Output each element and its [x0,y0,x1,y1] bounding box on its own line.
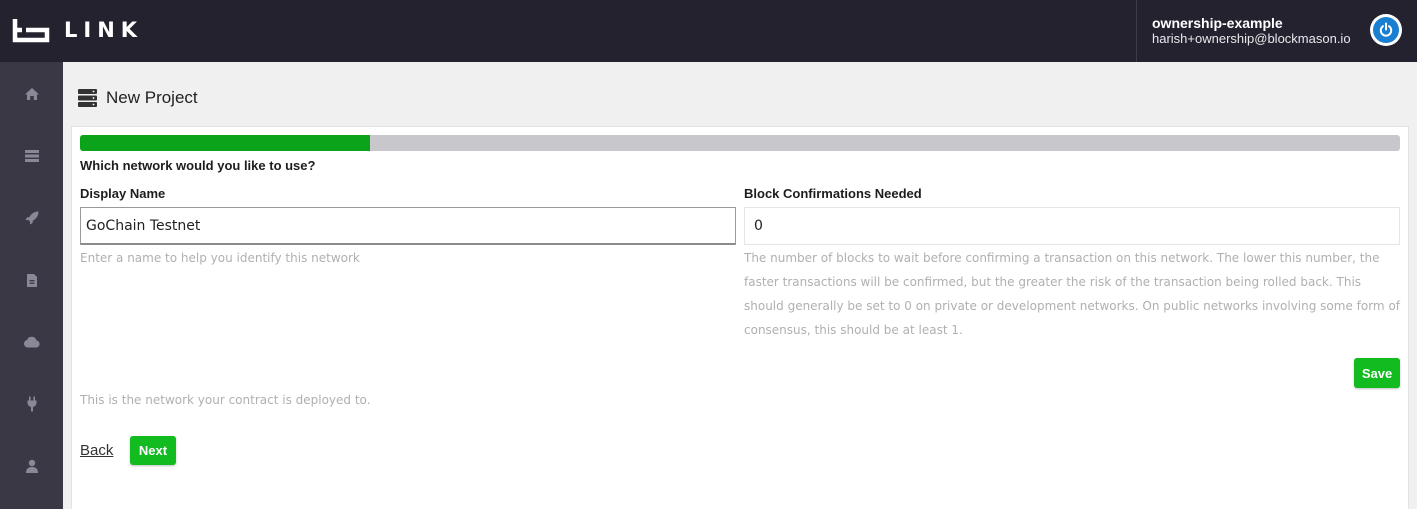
sidebar-item-connectors[interactable] [0,384,63,424]
save-button[interactable]: Save [1354,358,1400,388]
wizard-progress-bar [80,135,1400,151]
app-logo[interactable]: LINK [12,17,143,43]
sidebar-item-contracts[interactable] [0,260,63,300]
user-divider [1136,0,1137,62]
page-title: New Project [106,88,198,107]
user-email: harish+ownership@blockmason.io [1152,31,1351,46]
block-confirmations-label: Block Confirmations Needed [744,186,922,201]
display-name-input[interactable]: GoChain Testnet [80,207,736,245]
sidebar-item-networks[interactable] [0,322,63,362]
sidebar-item-projects[interactable] [0,136,63,176]
logout-button[interactable] [1370,14,1402,46]
power-icon [1373,17,1399,43]
wizard-question: Which network would you like to use? [80,158,316,173]
home-icon [24,88,39,100]
cloud-icon [23,336,40,348]
rocket-icon [25,211,38,225]
display-name-help: Enter a name to help you identify this n… [80,251,360,265]
user-info: ownership-example harish+ownership@block… [1152,15,1351,47]
top-navigation-bar: LINK ownership-example harish+ownership@… [0,0,1417,62]
wizard-progress-fill [80,135,371,151]
link-logo-mark-icon [12,19,50,43]
user-name: ownership-example [1152,15,1283,31]
sidebar-item-account[interactable] [0,446,63,486]
back-link[interactable]: Back [80,442,113,460]
block-confirmations-input[interactable]: 0 [744,207,1400,245]
block-confirmations-help: The number of blocks to wait before conf… [744,251,1401,337]
sidebar-item-deploy[interactable] [0,198,63,238]
network-footer-note: This is the network your contract is dep… [80,393,371,407]
page-header: New Project [78,86,198,110]
server-stack-icon [78,89,97,107]
server-icon [24,150,39,162]
document-icon [26,273,37,287]
user-icon [25,459,38,473]
sidebar-item-home[interactable] [0,74,63,114]
next-button[interactable]: Next [130,436,176,465]
display-name-label: Display Name [80,186,166,201]
plug-icon [27,396,36,412]
brand-name: LINK [64,18,144,42]
sidebar [0,62,63,509]
